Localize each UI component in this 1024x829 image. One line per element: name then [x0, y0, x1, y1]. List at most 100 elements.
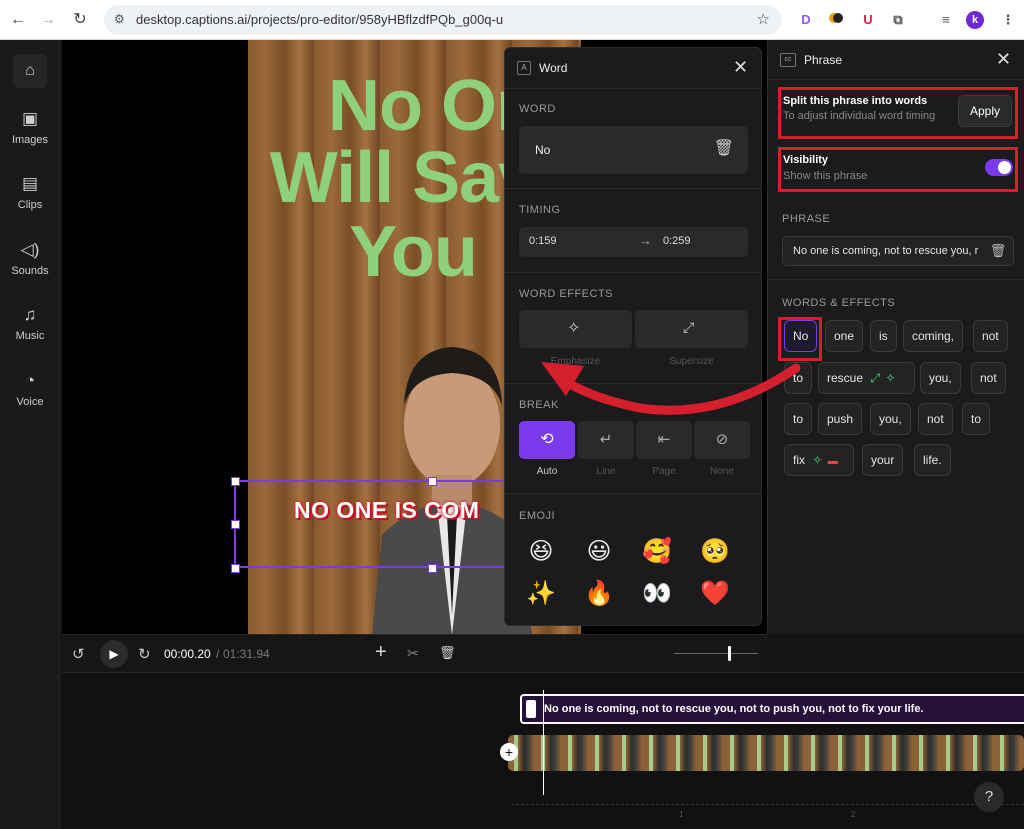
break-none-button[interactable]: ⊘: [694, 421, 750, 459]
return-icon: ↵: [599, 431, 613, 448]
playhead[interactable]: [543, 690, 544, 795]
emoji-pleading[interactable]: 🥺: [695, 535, 735, 569]
break-line-button[interactable]: ↵: [578, 421, 634, 459]
word-chip-fix[interactable]: fix ✧ ▬: [784, 444, 854, 476]
resize-handle[interactable]: [231, 564, 240, 573]
add-icon[interactable]: +: [375, 641, 387, 664]
film-icon: ▤: [21, 174, 39, 193]
media-queue-icon[interactable]: ≡: [936, 10, 956, 30]
zoom-slider-thumb[interactable]: [728, 646, 731, 661]
phrase-text-field[interactable]: No one is coming, not to rescue you, r 🗑: [782, 236, 1014, 266]
forward-10-icon[interactable]: ↻: [138, 645, 151, 663]
resize-handle[interactable]: [231, 477, 240, 486]
bookmark-star-icon[interactable]: ☆: [757, 10, 770, 28]
browser-menu-icon[interactable]: ⋮: [998, 10, 1018, 30]
time-start[interactable]: 0:159: [529, 235, 557, 247]
trash-icon[interactable]: 🗑: [439, 645, 456, 661]
word-chip[interactable]: you,: [870, 403, 911, 435]
sparkle-icon: ✧: [885, 371, 896, 385]
toggle-knob: [998, 161, 1011, 174]
help-button[interactable]: ?: [974, 782, 1004, 812]
address-bar[interactable]: ⚙ desktop.captions.ai/projects/pro-edito…: [104, 5, 782, 35]
word-chip[interactable]: to: [784, 362, 813, 394]
word-chip[interactable]: No: [784, 320, 818, 352]
emoji-smile[interactable]: 😃: [579, 535, 619, 569]
word-chip[interactable]: life.: [914, 444, 951, 476]
caption-selection-box[interactable]: [231, 477, 524, 573]
divider: [505, 493, 761, 494]
supersize-button[interactable]: ⤢: [635, 310, 748, 348]
word-chip[interactable]: you,: [920, 362, 961, 394]
emoji-sparkles[interactable]: ✨: [521, 577, 561, 611]
back-arrow-icon[interactable]: ←: [6, 8, 30, 32]
word-chip[interactable]: to: [962, 403, 991, 435]
word-chip[interactable]: coming,: [903, 320, 964, 352]
emoji-heart[interactable]: ❤️: [695, 577, 735, 611]
reload-icon[interactable]: ↻: [68, 8, 92, 32]
trash-icon[interactable]: 🗑: [714, 138, 734, 158]
text-icon: A: [517, 61, 531, 75]
word-chip[interactable]: your: [862, 444, 904, 476]
music-icon: ♫: [23, 305, 37, 324]
words-section-title: WORDS & EFFECTS: [782, 297, 896, 309]
resize-handle[interactable]: [428, 564, 437, 573]
extensions-puzzle-icon[interactable]: ⧉: [888, 10, 908, 30]
resize-handle[interactable]: [428, 477, 437, 486]
expand-icon: ⤢: [683, 319, 695, 335]
rail-voice[interactable]: ◔ Voice: [0, 370, 60, 408]
resize-handle[interactable]: [231, 520, 240, 529]
close-icon[interactable]: ✕: [733, 57, 748, 78]
phrase-section-title: PHRASE: [782, 213, 831, 225]
break-auto-button[interactable]: ⟲: [519, 421, 575, 459]
play-button[interactable]: ▶: [100, 640, 128, 668]
emoji-fire[interactable]: 🔥: [579, 577, 619, 611]
rail-sounds[interactable]: ◁) Sounds: [0, 239, 60, 277]
extension-d-icon[interactable]: D: [796, 10, 816, 30]
captions-icon: cc: [780, 53, 796, 67]
word-chip[interactable]: not: [971, 362, 1006, 394]
add-clip-button[interactable]: +: [500, 743, 518, 761]
word-chip[interactable]: is: [870, 320, 897, 352]
emoji-laughing[interactable]: 😆: [521, 535, 561, 569]
apply-button[interactable]: Apply: [958, 95, 1012, 127]
timing-field[interactable]: 0:159 → 0:259: [519, 227, 748, 257]
divider: [505, 272, 761, 273]
emoji-hearts[interactable]: 🥰: [637, 535, 677, 569]
visibility-toggle[interactable]: [985, 159, 1013, 176]
video-clip-strip[interactable]: [508, 735, 1024, 771]
emphasize-button[interactable]: ✧: [519, 310, 632, 348]
time-end[interactable]: 0:259: [663, 235, 691, 247]
break-page-button[interactable]: ⇤: [636, 421, 692, 459]
rail-home[interactable]: ⌂: [0, 54, 60, 88]
extension-u-icon[interactable]: U: [858, 10, 878, 30]
word-chip[interactable]: not: [973, 320, 1008, 352]
rail-images[interactable]: ▣ Images: [0, 108, 60, 146]
word-chip[interactable]: not: [918, 403, 953, 435]
rail-clips[interactable]: ▤ Clips: [0, 173, 60, 211]
arrow-right-icon: →: [639, 233, 652, 248]
trash-icon[interactable]: 🗑: [983, 237, 1013, 265]
close-icon[interactable]: ✕: [996, 49, 1011, 70]
site-info-icon[interactable]: ⚙: [114, 12, 125, 26]
scissors-icon[interactable]: ✂: [407, 645, 419, 662]
clip-trim-handle[interactable]: [526, 700, 536, 718]
word-chip[interactable]: one: [825, 320, 864, 352]
clapper-icon: ▬: [827, 456, 838, 467]
rail-label: Voice: [16, 396, 44, 408]
emoji-eyes[interactable]: 👀: [637, 577, 677, 611]
profile-avatar[interactable]: k: [966, 11, 984, 29]
zoom-slider[interactable]: [674, 646, 758, 661]
image-icon: ▣: [21, 109, 39, 128]
sparkle-icon: ✧: [812, 453, 823, 467]
caption-clip[interactable]: No one is coming, not to rescue you, not…: [520, 694, 1024, 724]
extension-coin-icon[interactable]: [826, 10, 846, 30]
forward-arrow-icon[interactable]: →: [36, 8, 60, 32]
rail-music[interactable]: ♫ Music: [0, 304, 60, 342]
home-icon: ⌂: [13, 54, 47, 88]
word-input[interactable]: No 🗑: [519, 126, 748, 174]
word-chip[interactable]: to: [784, 403, 813, 435]
rewind-10-icon[interactable]: ↺: [72, 645, 85, 663]
word-chip[interactable]: push: [818, 403, 863, 435]
word-chip-rescue[interactable]: rescue ⤢ ✧: [818, 362, 915, 394]
word-panel-title: Word: [539, 61, 568, 75]
